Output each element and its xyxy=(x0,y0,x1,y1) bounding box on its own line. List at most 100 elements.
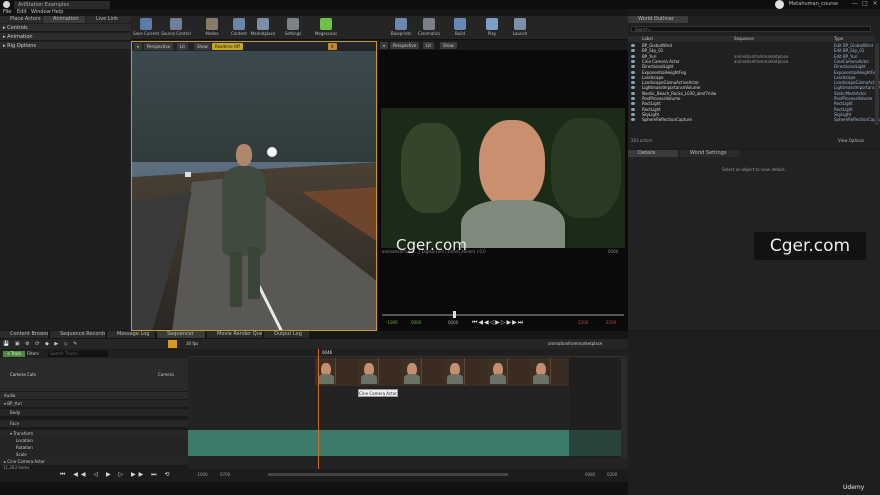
tab-live-link[interactable]: Live Link xyxy=(86,16,131,23)
track-face[interactable]: Face xyxy=(0,420,188,427)
tab-animation[interactable]: Animation xyxy=(43,16,85,23)
visibility-eye-icon[interactable] xyxy=(631,75,635,79)
section-animation[interactable]: ▸ Animation xyxy=(0,33,131,41)
viewport-cinematic[interactable]: ▾ Perspective Lit Show animationfromn...… xyxy=(378,41,628,331)
col-label[interactable]: Label xyxy=(642,36,653,42)
visibility-eye-icon[interactable] xyxy=(631,59,635,63)
show-button[interactable]: Show xyxy=(194,43,211,50)
tab-movie-render-queue[interactable]: Movie Render Queue xyxy=(207,331,262,338)
add-track-button[interactable]: + Track xyxy=(3,351,25,357)
filters-button[interactable]: Filters xyxy=(27,351,39,356)
visibility-eye-icon[interactable] xyxy=(631,102,635,106)
visibility-eye-icon[interactable] xyxy=(631,107,635,111)
play-button[interactable]: Play xyxy=(477,17,507,39)
project-name: Metahuman_course xyxy=(788,1,838,7)
cinematics-button[interactable]: Cinematics xyxy=(414,17,444,39)
visibility-eye-icon[interactable] xyxy=(631,118,635,122)
outliner-row[interactable]: SphereReflectionCapture SphereReflectionC… xyxy=(628,117,880,122)
tab-content-browser[interactable]: Content Browser xyxy=(0,331,48,338)
outliner-scrollbar[interactable] xyxy=(875,43,879,125)
maximize-button[interactable]: □ xyxy=(862,1,868,7)
visibility-eye-icon[interactable] xyxy=(631,70,635,74)
tab-sequence-recorder[interactable]: Sequence Recorder xyxy=(50,331,105,338)
lit-button-right[interactable]: Lit xyxy=(423,42,434,49)
visibility-eye-icon[interactable] xyxy=(631,81,635,85)
close-button[interactable]: ✕ xyxy=(872,1,878,7)
perspective-button-right[interactable]: Perspective xyxy=(390,42,420,49)
visibility-eye-icon[interactable] xyxy=(631,91,635,95)
realtime-off-badge[interactable]: Realtime Off xyxy=(212,43,243,50)
visibility-eye-icon[interactable] xyxy=(631,65,635,69)
save-current-button[interactable]: Save Current xyxy=(131,17,161,39)
view-options-button[interactable]: View Options xyxy=(838,138,864,143)
fps-dropdown[interactable]: 30 fps xyxy=(186,341,198,346)
tab-details[interactable]: Details xyxy=(628,150,678,157)
character-head xyxy=(236,144,252,166)
transform-section[interactable] xyxy=(188,430,621,456)
perspective-button[interactable]: Perspective xyxy=(144,43,174,50)
visibility-eye-icon[interactable] xyxy=(631,112,635,116)
megascans-button[interactable]: Megascans xyxy=(311,17,341,39)
viewport-scrub-handle[interactable] xyxy=(453,311,456,318)
menu-edit[interactable]: Edit xyxy=(17,9,27,16)
timeline-scrollbar[interactable] xyxy=(621,358,627,458)
launch-button[interactable]: Launch xyxy=(505,17,535,39)
track-transform[interactable]: ▾ Transform xyxy=(0,430,188,437)
sequencer-timeline[interactable]: Cine Camera Actor 0046 xyxy=(188,349,628,469)
camera-button[interactable]: Camera xyxy=(158,372,174,377)
menu-help[interactable]: Help xyxy=(52,9,63,16)
visibility-eye-icon[interactable] xyxy=(631,97,635,100)
track-search-input[interactable]: Search Tracks xyxy=(48,351,108,357)
col-sequence[interactable]: Sequence xyxy=(734,36,754,42)
show-button-right[interactable]: Show xyxy=(440,42,457,49)
source-control-button[interactable]: Source Control xyxy=(161,17,191,39)
sequence-breadcrumb[interactable]: animationfrommarketplace xyxy=(548,341,602,346)
viewport-perspective[interactable]: ▾ Perspective Lit Show Realtime Off 4 xyxy=(131,41,377,331)
track-scale[interactable]: Scale xyxy=(0,451,188,458)
viewport-options-button[interactable]: ▾ xyxy=(134,43,143,50)
left-panel: Place Actors Animation Live Link ▸ Contr… xyxy=(0,16,131,330)
track-body[interactable]: Body xyxy=(0,409,188,416)
sequencer-lock-icon[interactable] xyxy=(168,340,177,348)
col-type[interactable]: Type xyxy=(834,36,843,42)
tab-message-log[interactable]: Message Log xyxy=(107,331,155,338)
level-tab[interactable]: ArtStation Examples xyxy=(14,1,110,9)
build-button[interactable]: Build xyxy=(445,17,475,39)
sequencer-transport-controls[interactable]: ⏮ ◀◀ ◁ ▶ ▷ ▶▶ ⏭ ⟲ xyxy=(60,471,172,479)
sequencer-tools[interactable]: 💾 ▣ ⚙ ⟳ ◆ ▶ ◇ ✎ xyxy=(3,341,79,347)
track-rotation[interactable]: Rotation xyxy=(0,444,188,451)
visibility-eye-icon[interactable] xyxy=(631,49,635,53)
tab-world-outliner[interactable]: World Outliner xyxy=(628,16,688,23)
track-location[interactable]: Location xyxy=(0,437,188,444)
modes-button[interactable]: Modes xyxy=(197,17,227,39)
track-bp-yuri[interactable]: ▾ BP_Yuri xyxy=(0,400,188,407)
settings-button[interactable]: Settings xyxy=(278,17,308,39)
viewport-options-button-right[interactable]: ▾ xyxy=(380,42,389,49)
track-audio[interactable]: Audio xyxy=(0,392,188,399)
blueprints-button[interactable]: Blueprints xyxy=(386,17,416,39)
camera-cut-section[interactable] xyxy=(315,358,569,386)
camera-cuts-track[interactable]: Camera Cuts Camera xyxy=(0,358,188,391)
visibility-eye-icon[interactable] xyxy=(631,44,635,47)
track-cine-camera-actor[interactable]: ▸ Cine Camera Actor xyxy=(0,458,188,465)
visibility-eye-icon[interactable] xyxy=(631,54,635,58)
lit-button[interactable]: Lit xyxy=(177,43,188,50)
timeline-ruler[interactable] xyxy=(188,349,628,357)
tab-output-log[interactable]: Output Log xyxy=(264,331,309,338)
tab-place-actors[interactable]: Place Actors xyxy=(0,16,42,23)
minimize-button[interactable]: — xyxy=(852,1,858,7)
playhead-line[interactable] xyxy=(318,349,319,469)
viewport-scrub-bar[interactable] xyxy=(382,314,624,316)
viewport-transport-controls[interactable]: ⏮◀◀◁▶▷▶▶⏭ xyxy=(472,319,524,327)
menu-window[interactable]: Window xyxy=(31,9,51,16)
camera-speed-button[interactable]: 4 xyxy=(328,43,337,50)
visibility-eye-icon[interactable] xyxy=(631,86,635,90)
tab-world-settings[interactable]: World Settings xyxy=(680,150,740,157)
menu-file[interactable]: File xyxy=(3,9,11,16)
tab-sequencer[interactable]: Sequencer xyxy=(157,331,205,338)
section-controls[interactable]: ▸ Controls xyxy=(0,24,131,32)
marketplace-button[interactable]: Marketplace xyxy=(248,17,278,39)
section-rig-options[interactable]: ▸ Rig Options xyxy=(0,42,131,50)
outliner-search-input[interactable]: Search... xyxy=(631,26,871,32)
view-range-scrollbar[interactable] xyxy=(268,473,508,476)
